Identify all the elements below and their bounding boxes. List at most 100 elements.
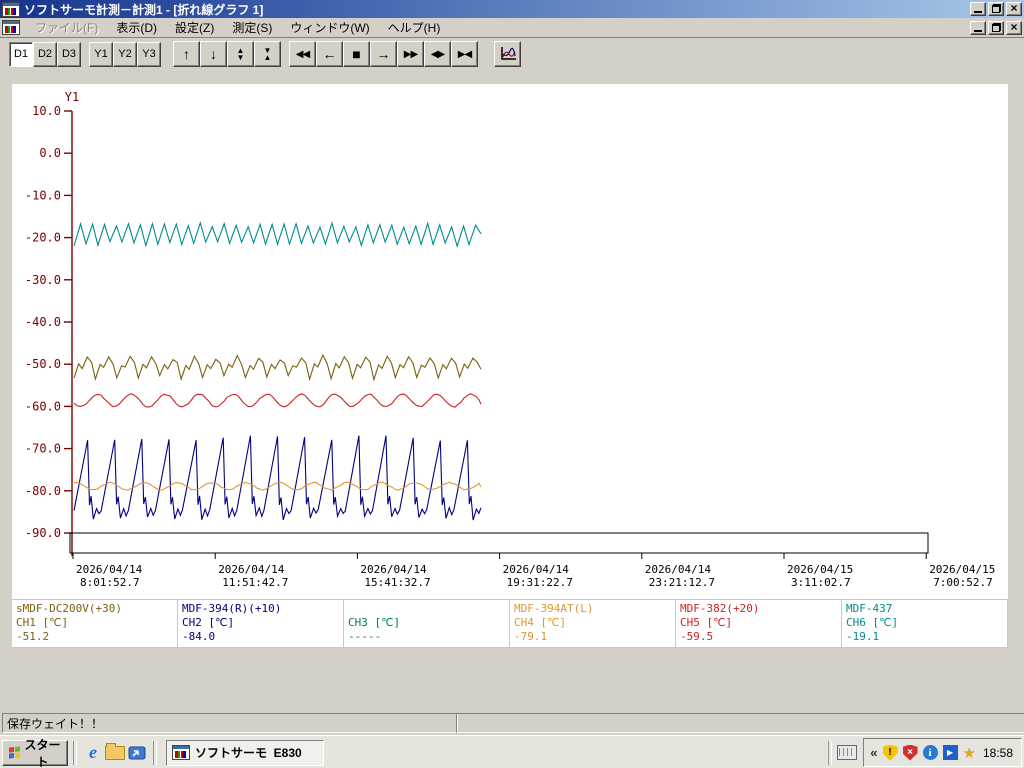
task-label: ソフトサーモ E830 <box>195 744 302 761</box>
expand-x-button[interactable]: ◀▶ <box>424 41 451 67</box>
security-alert-shield-icon[interactable]: × <box>903 745 918 761</box>
series-ch1 <box>74 355 481 380</box>
scroll-button-group: ◀◀←■→▶▶◀▶▶◀ <box>289 41 478 67</box>
svg-text:Y1: Y1 <box>65 90 79 104</box>
compress-y-button[interactable]: ▼▲ <box>254 41 281 67</box>
system-tray: « ! × i ▶ ★ 18:58 <box>863 738 1022 767</box>
toolbar-d1-button[interactable]: D1 <box>9 42 33 67</box>
ch2-label: CH2 [℃] <box>182 616 343 630</box>
pan-right-button[interactable]: → <box>370 41 397 67</box>
app-icon <box>2 2 20 17</box>
ch6-sensor: MDF-437 <box>846 602 1007 616</box>
svg-text:2026/04/14: 2026/04/14 <box>76 563 143 576</box>
media-tray-icon[interactable]: ▶ <box>943 745 958 760</box>
svg-text:-80.0: -80.0 <box>25 484 61 498</box>
svg-text:-20.0: -20.0 <box>25 231 61 245</box>
star-tray-icon[interactable]: ★ <box>963 744 976 762</box>
internet-explorer-icon[interactable]: e <box>82 742 104 764</box>
svg-text:2026/04/14: 2026/04/14 <box>503 563 570 576</box>
restore-button[interactable] <box>988 2 1004 16</box>
svg-text:19:31:22.7: 19:31:22.7 <box>507 576 573 589</box>
legend-cell-ch6: MDF-437 CH6 [℃] -19.1 <box>842 600 1008 648</box>
graph-settings-button[interactable] <box>494 41 521 67</box>
start-label: スタート <box>24 736 61 768</box>
close-button[interactable]: × <box>1006 2 1022 16</box>
y-button-group: Y1Y2Y3 <box>89 42 161 67</box>
mdi-child-icon[interactable] <box>2 20 20 35</box>
task-app-icon <box>172 745 190 760</box>
menu-window[interactable]: ウィンドウ(W) <box>281 17 378 38</box>
ch5-value: -59.5 <box>680 630 841 644</box>
mdi-minimize-button[interactable] <box>970 21 986 35</box>
stop-button[interactable]: ■ <box>343 41 370 67</box>
toolbar-y2-button[interactable]: Y2 <box>113 42 137 67</box>
start-button[interactable]: スタート <box>2 740 68 766</box>
line-graph-panel: Y110.00.0-10.0-20.0-30.0-40.0-50.0-60.0-… <box>12 84 1008 647</box>
svg-text:2026/04/15: 2026/04/15 <box>929 563 995 576</box>
toolbar-y1-button[interactable]: Y1 <box>89 42 113 67</box>
ch4-label: CH4 [℃] <box>514 616 675 630</box>
keyboard-language-icon[interactable] <box>837 745 857 760</box>
show-desktop-icon[interactable] <box>126 742 148 764</box>
line-graph: Y110.00.0-10.0-20.0-30.0-40.0-50.0-60.0-… <box>12 84 1008 599</box>
svg-text:-60.0: -60.0 <box>25 399 61 413</box>
scale-button-group: ↑↓▲▼▼▲ <box>173 41 281 67</box>
tray-chevron-icon[interactable]: « <box>870 745 877 760</box>
toolbar-d3-button[interactable]: D3 <box>57 42 81 67</box>
svg-text:-10.0: -10.0 <box>25 188 61 202</box>
ch1-value: -51.2 <box>16 630 177 644</box>
ch2-value: -84.0 <box>182 630 343 644</box>
tray-clock: 18:58 <box>983 746 1013 760</box>
ch5-label: CH5 [℃] <box>680 616 841 630</box>
series-ch4 <box>74 482 481 490</box>
tray-divider <box>828 741 832 765</box>
menu-help[interactable]: ヘルプ(H) <box>379 17 450 38</box>
channel-legend: sMDF-DC200V(+30) CH1 [℃] -51.2 MDF-394(R… <box>12 599 1008 648</box>
menu-view[interactable]: 表示(D) <box>107 17 166 38</box>
ch1-label: CH1 [℃] <box>16 616 177 630</box>
info-balloon-icon[interactable]: i <box>923 745 938 760</box>
jump-start-button[interactable]: ◀◀ <box>289 41 316 67</box>
mdi-client-area: Y110.00.0-10.0-20.0-30.0-40.0-50.0-60.0-… <box>0 70 1024 733</box>
pan-left-button[interactable]: ← <box>316 41 343 67</box>
menu-measure[interactable]: 測定(S) <box>223 17 281 38</box>
svg-text:2026/04/15: 2026/04/15 <box>787 563 853 576</box>
ch3-value: ----- <box>348 630 509 644</box>
window-title: ソフトサーモ計測－計測1 - [折れ線グラフ 1] <box>24 1 263 18</box>
toolbar: D1D2D3 Y1Y2Y3 ↑↓▲▼▼▲ ◀◀←■→▶▶◀▶▶◀ <box>0 38 1024 71</box>
svg-text:0.0: 0.0 <box>39 146 61 160</box>
ch6-label: CH6 [℃] <box>846 616 1007 630</box>
minimize-button[interactable] <box>970 2 986 16</box>
toolbar-y3-button[interactable]: Y3 <box>137 42 161 67</box>
windows-logo-icon <box>9 746 20 759</box>
series-ch5 <box>74 394 481 407</box>
tray-zone: « ! × i ▶ ★ 18:58 <box>823 738 1024 767</box>
expand-y-button[interactable]: ▲▼ <box>227 41 254 67</box>
ch4-value: -79.1 <box>514 630 675 644</box>
menu-settings[interactable]: 設定(Z) <box>166 17 223 38</box>
legend-cell-ch5: MDF-382(+20) CH5 [℃] -59.5 <box>676 600 842 648</box>
title-bar: ソフトサーモ計測－計測1 - [折れ線グラフ 1] × <box>0 0 1024 18</box>
legend-cell-ch1: sMDF-DC200V(+30) CH1 [℃] -51.2 <box>12 600 178 648</box>
ch3-sensor <box>348 602 509 616</box>
svg-text:23:21:12.7: 23:21:12.7 <box>649 576 715 589</box>
svg-text:11:51:42.7: 11:51:42.7 <box>222 576 288 589</box>
ch1-sensor: sMDF-DC200V(+30) <box>16 602 177 616</box>
security-warning-shield-icon[interactable]: ! <box>883 745 898 761</box>
menu-file[interactable]: ファイル(F) <box>26 17 107 38</box>
svg-text:-70.0: -70.0 <box>25 442 61 456</box>
task-button-softthermo[interactable]: ソフトサーモ E830 <box>166 740 324 766</box>
svg-text:10.0: 10.0 <box>32 104 61 118</box>
ch6-value: -19.1 <box>846 630 1007 644</box>
pan-up-button[interactable]: ↑ <box>173 41 200 67</box>
jump-end-button[interactable]: ▶▶ <box>397 41 424 67</box>
svg-text:7:00:52.7: 7:00:52.7 <box>933 576 993 589</box>
compress-x-button[interactable]: ▶◀ <box>451 41 478 67</box>
mdi-close-button[interactable]: × <box>1006 21 1022 35</box>
series-ch2 <box>74 436 481 520</box>
graph-icon <box>498 45 518 63</box>
toolbar-d2-button[interactable]: D2 <box>33 42 57 67</box>
mdi-restore-button[interactable] <box>988 21 1004 35</box>
folder-icon[interactable] <box>104 742 126 764</box>
pan-down-button[interactable]: ↓ <box>200 41 227 67</box>
